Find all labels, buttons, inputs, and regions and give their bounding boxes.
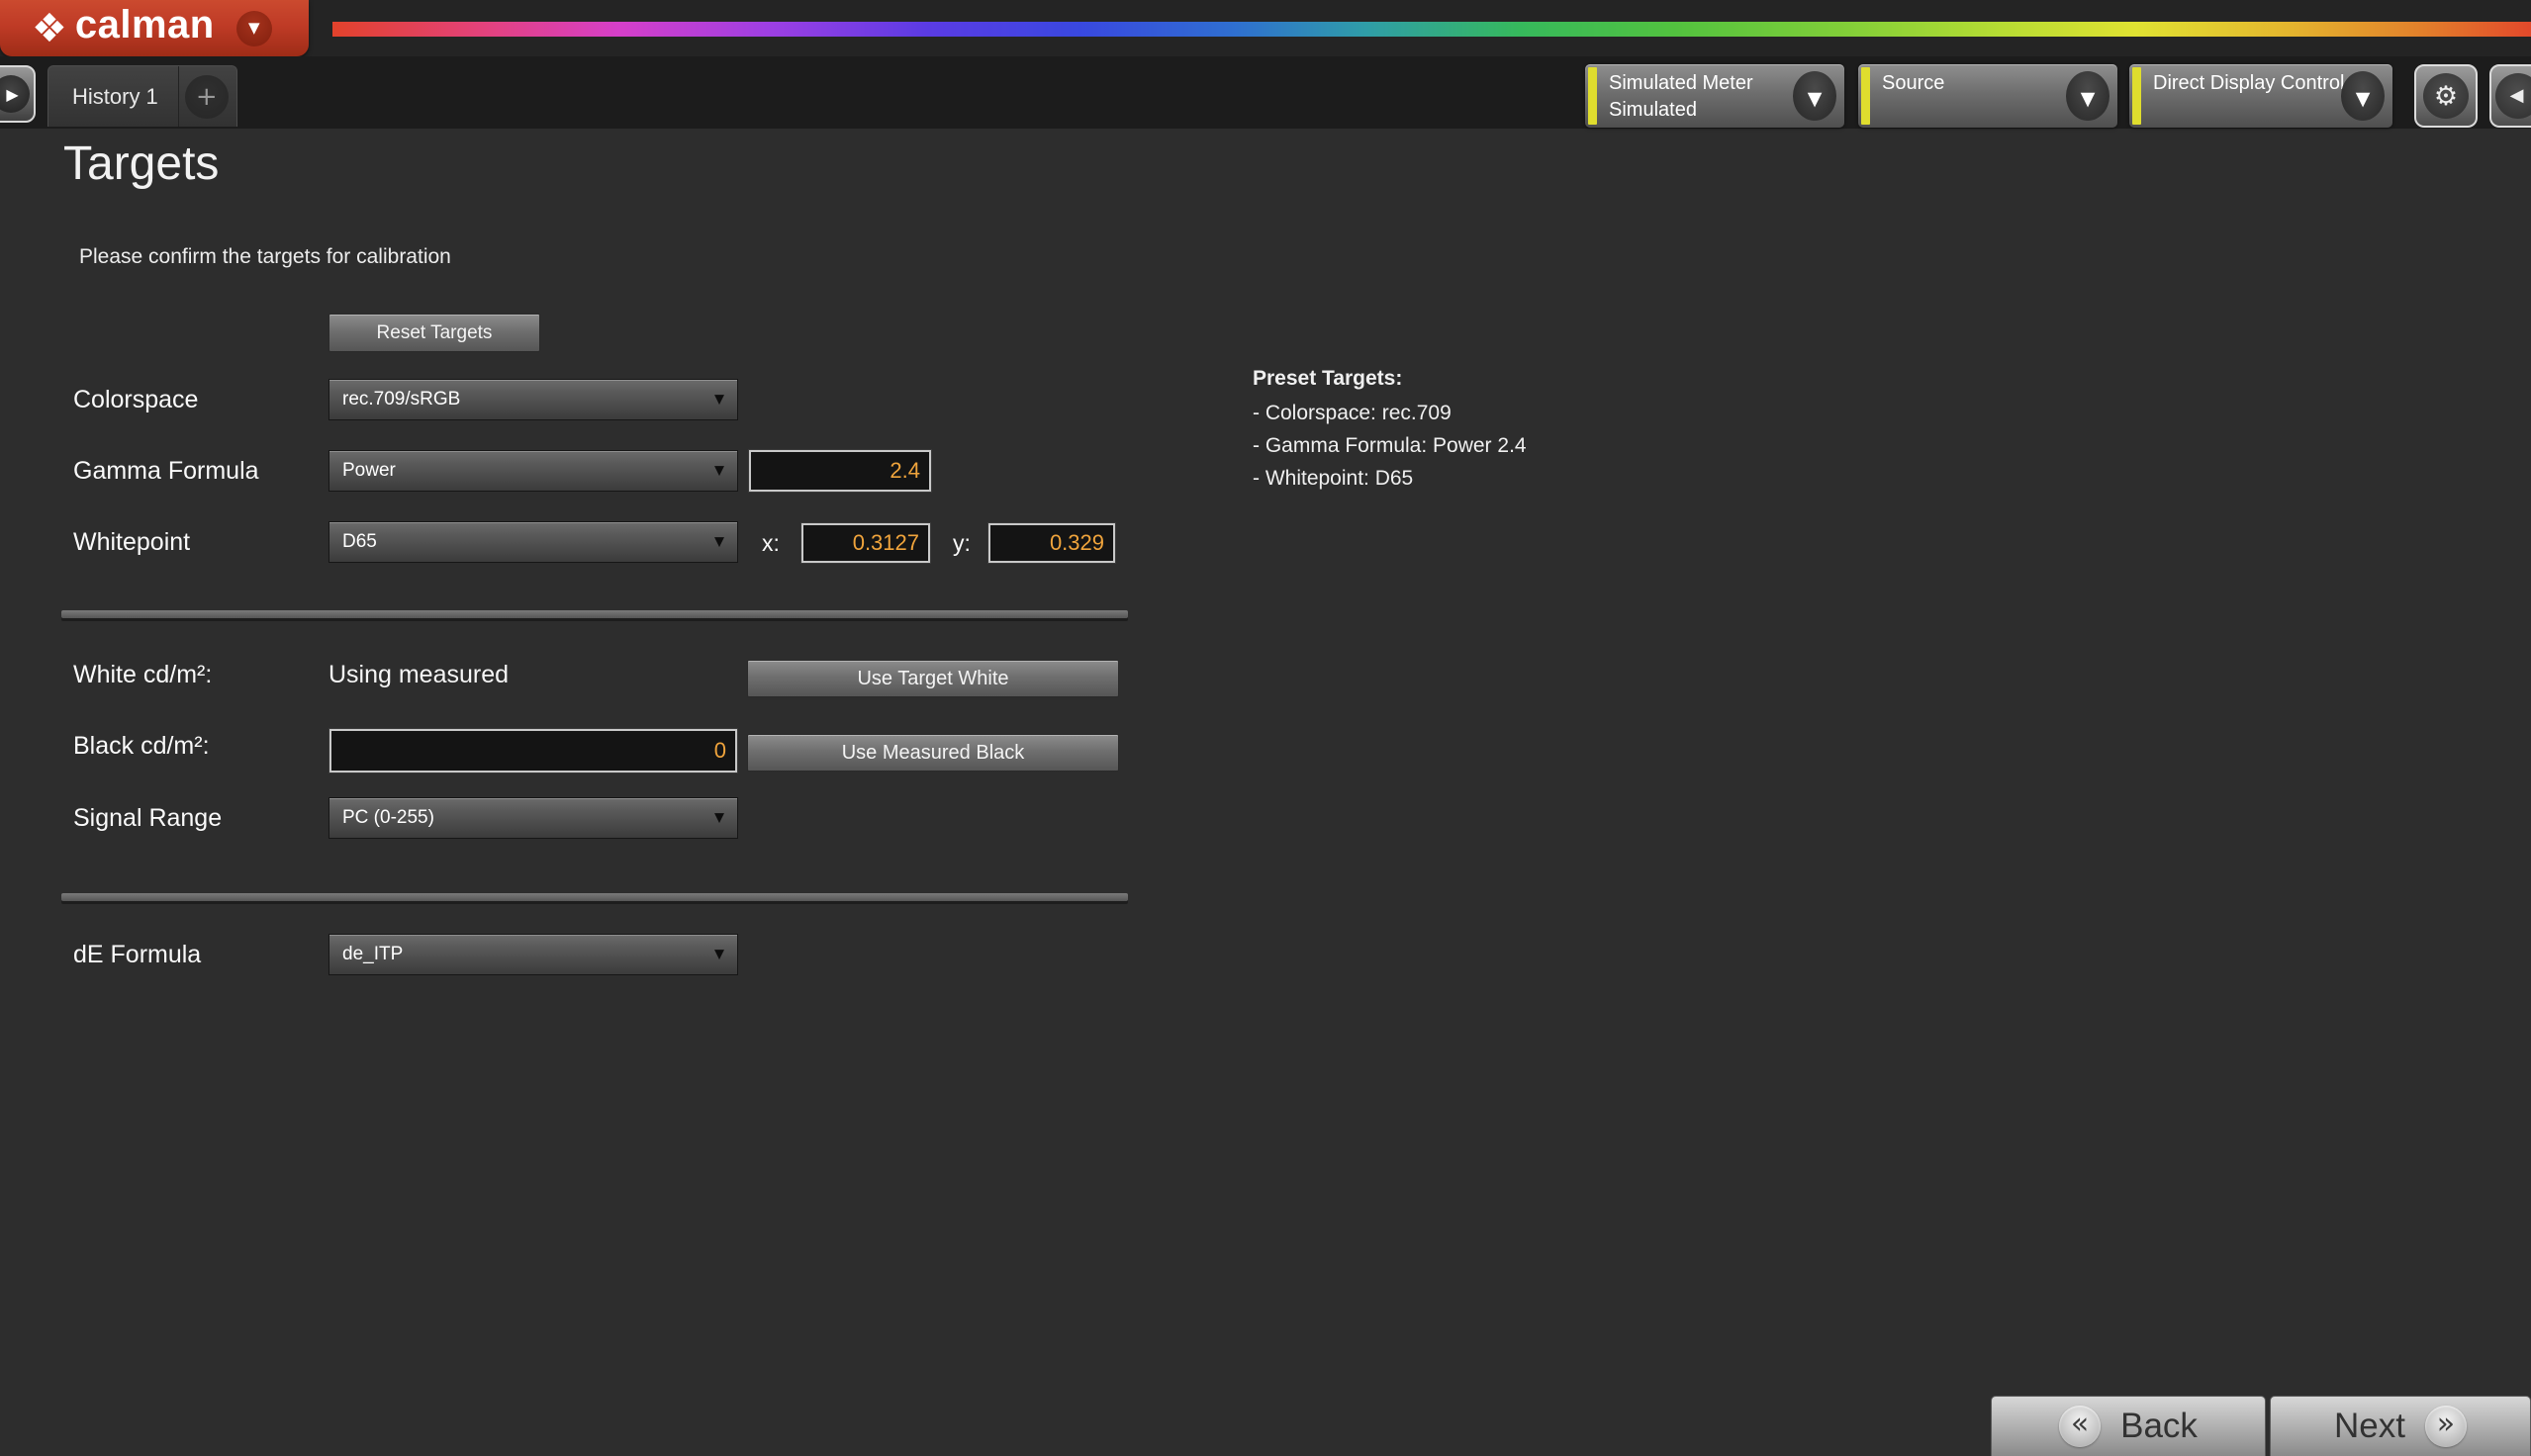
preset-targets-title: Preset Targets: bbox=[1253, 362, 1527, 395]
calman-app-window: ❖ calman ▼ ▶ History 1 + Simulated Meter… bbox=[0, 0, 2531, 1456]
chevron-down-icon: ▼ bbox=[714, 948, 724, 962]
chevron-down-icon[interactable]: ▼ bbox=[2341, 71, 2385, 121]
signal-range-dropdown[interactable]: PC (0-255) ▼ bbox=[328, 797, 738, 839]
signal-range-label: Signal Range bbox=[73, 804, 222, 833]
page-title: Targets bbox=[63, 136, 219, 191]
whitepoint-x-label: x: bbox=[762, 530, 780, 557]
whitepoint-y-label: y: bbox=[953, 530, 971, 557]
gamma-value-input[interactable] bbox=[749, 450, 931, 492]
chevron-glyph: ▼ bbox=[2081, 82, 2096, 110]
black-cd-input[interactable] bbox=[329, 729, 737, 773]
back-button[interactable]: « Back bbox=[1991, 1396, 2266, 1456]
chevron-glyph: ▼ bbox=[1808, 82, 1823, 110]
source-label: Source bbox=[1882, 70, 1944, 97]
back-glyph: « bbox=[2071, 1410, 2089, 1443]
play-icon: ▶ bbox=[0, 75, 30, 113]
preset-gamma-item: - Gamma Formula: Power 2.4 bbox=[1253, 429, 1527, 462]
chevron-down-icon: ▼ bbox=[714, 811, 724, 826]
rainbow-gradient-strip bbox=[332, 22, 2531, 37]
tab-label: History 1 bbox=[48, 84, 178, 110]
colorspace-dropdown[interactable]: rec.709/sRGB ▼ bbox=[328, 379, 738, 420]
page-subtitle: Please confirm the targets for calibrati… bbox=[79, 245, 451, 269]
gamma-formula-label: Gamma Formula bbox=[73, 457, 259, 486]
whitepoint-y-input[interactable] bbox=[988, 523, 1115, 563]
top-bar: ❖ calman ▼ bbox=[0, 0, 2531, 56]
plus-glyph: + bbox=[196, 84, 218, 110]
settings-button[interactable]: ⚙ bbox=[2414, 64, 2478, 128]
calman-logo-icon: ❖ bbox=[32, 9, 67, 48]
chevron-down-icon[interactable]: ▼ bbox=[2066, 71, 2109, 121]
collapse-panel-button[interactable]: ◀ bbox=[2489, 64, 2531, 128]
tab-bar: ▶ History 1 + Simulated Meter Simulated … bbox=[0, 56, 2531, 129]
add-tab-button[interactable]: + bbox=[179, 66, 234, 127]
next-chevrons-icon: » bbox=[2425, 1406, 2467, 1447]
gear-glyph: ⚙ bbox=[2434, 83, 2458, 110]
arrow-left-icon: ◀ bbox=[2495, 73, 2531, 119]
chevron-glyph: ▼ bbox=[248, 21, 260, 36]
section-divider bbox=[61, 893, 1128, 901]
plus-icon: + bbox=[185, 75, 229, 119]
meter-line2: Simulated bbox=[1609, 97, 1753, 124]
preset-whitepoint-item: - Whitepoint: D65 bbox=[1253, 462, 1527, 495]
chevron-down-icon: ▼ bbox=[714, 464, 724, 479]
use-target-white-button[interactable]: Use Target White bbox=[747, 660, 1119, 697]
gamma-formula-value: Power bbox=[329, 460, 396, 482]
gamma-formula-dropdown[interactable]: Power ▼ bbox=[328, 450, 738, 492]
chevron-glyph: ▼ bbox=[2356, 82, 2371, 110]
colorspace-label: Colorspace bbox=[73, 386, 198, 414]
tab-history-1[interactable]: History 1 + bbox=[47, 65, 237, 127]
next-button[interactable]: Next » bbox=[2270, 1396, 2531, 1456]
preset-colorspace-item: - Colorspace: rec.709 bbox=[1253, 397, 1527, 429]
back-button-label: Back bbox=[2120, 1407, 2198, 1446]
section-divider bbox=[61, 610, 1128, 618]
chevron-down-icon: ▼ bbox=[714, 535, 724, 550]
use-measured-black-button[interactable]: Use Measured Black bbox=[747, 734, 1119, 772]
black-cd-label: Black cd/m²: bbox=[73, 732, 210, 761]
source-dropdown[interactable]: Source ▼ bbox=[1858, 64, 2117, 128]
arrow-left-glyph: ◀ bbox=[2510, 87, 2527, 105]
gear-icon: ⚙ bbox=[2423, 73, 2469, 119]
next-button-label: Next bbox=[2334, 1407, 2405, 1446]
white-cd-status: Using measured bbox=[328, 661, 509, 689]
whitepoint-value: D65 bbox=[329, 531, 377, 553]
chevron-down-icon[interactable]: ▼ bbox=[1793, 71, 1836, 121]
chevron-down-icon: ▼ bbox=[714, 393, 724, 408]
signal-range-value: PC (0-255) bbox=[329, 807, 434, 829]
whitepoint-x-input[interactable] bbox=[801, 523, 930, 563]
whitepoint-label: Whitepoint bbox=[73, 528, 190, 557]
reset-targets-button[interactable]: Reset Targets bbox=[328, 314, 540, 352]
whitepoint-dropdown[interactable]: D65 ▼ bbox=[328, 521, 738, 563]
next-glyph: » bbox=[2437, 1410, 2455, 1443]
ddc-label: Direct Display Control bbox=[2153, 70, 2344, 97]
source-status-stripe bbox=[1861, 67, 1870, 125]
ddc-status-stripe bbox=[2132, 67, 2141, 125]
meter-line1: Simulated Meter bbox=[1609, 70, 1753, 97]
de-formula-label: dE Formula bbox=[73, 941, 201, 969]
preset-targets-summary: Preset Targets: - Colorspace: rec.709 - … bbox=[1253, 362, 1527, 495]
workflow-expand-button[interactable]: ▶ bbox=[0, 65, 36, 123]
meter-status-stripe bbox=[1588, 67, 1597, 125]
de-formula-dropdown[interactable]: de_ITP ▼ bbox=[328, 934, 738, 975]
de-formula-value: de_ITP bbox=[329, 944, 403, 965]
back-chevrons-icon: « bbox=[2059, 1406, 2101, 1447]
meter-dropdown[interactable]: Simulated Meter Simulated ▼ bbox=[1585, 64, 1844, 128]
calman-logo-text: calman bbox=[75, 3, 215, 47]
white-cd-label: White cd/m²: bbox=[73, 661, 212, 689]
direct-display-control-dropdown[interactable]: Direct Display Control ▼ bbox=[2129, 64, 2392, 128]
play-glyph: ▶ bbox=[3, 85, 18, 104]
colorspace-value: rec.709/sRGB bbox=[329, 389, 460, 410]
calman-menu-button[interactable]: ❖ calman ▼ bbox=[0, 0, 309, 56]
chevron-down-icon[interactable]: ▼ bbox=[236, 11, 272, 46]
